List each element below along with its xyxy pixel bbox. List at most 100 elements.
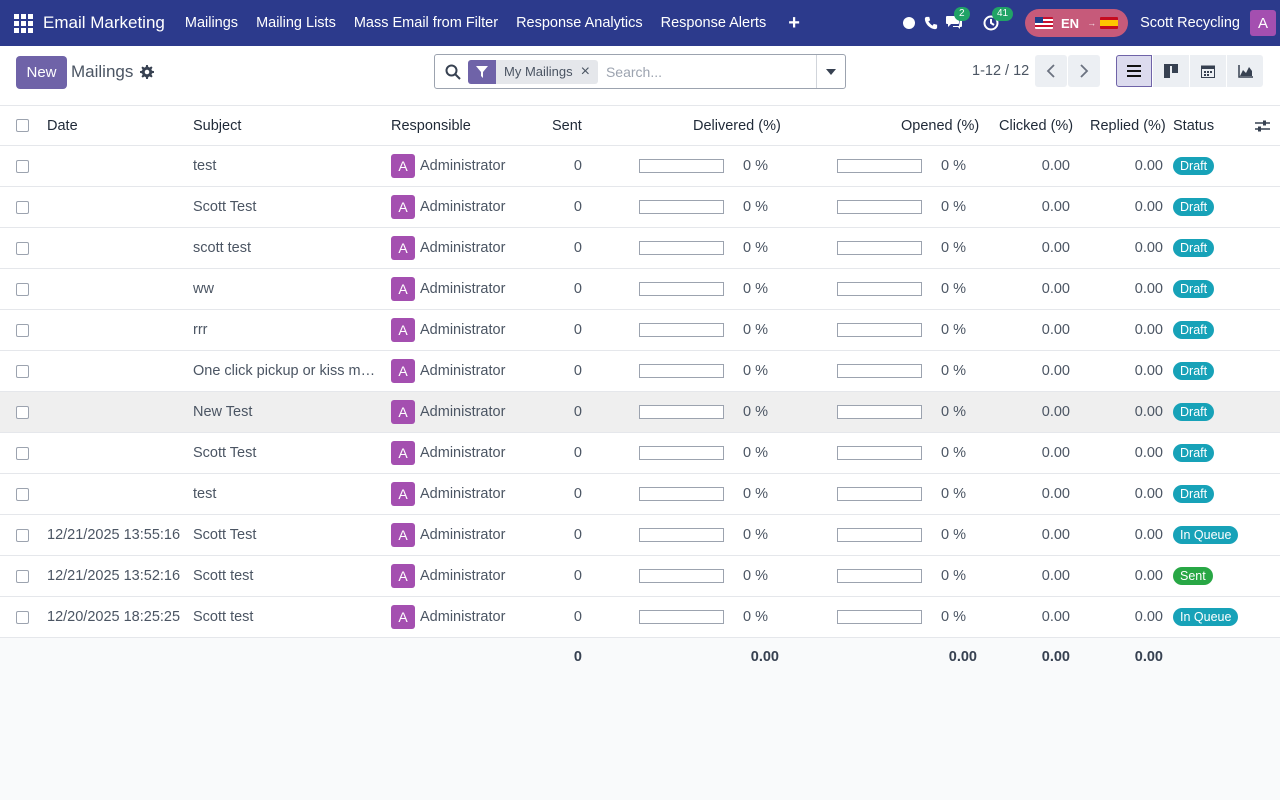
row-checkbox[interactable] xyxy=(16,405,29,419)
row-responsible[interactable]: Administrator xyxy=(420,486,505,502)
row-responsible[interactable]: Administrator xyxy=(420,568,505,584)
table-row[interactable]: Scott Test A Administrator 0 0 % 0 % 0.00 0.00 D… xyxy=(0,433,1280,474)
row-responsible[interactable]: Administrator xyxy=(420,322,505,338)
messages-icon[interactable]: 2 xyxy=(945,7,970,32)
row-responsible[interactable]: Administrator xyxy=(420,158,505,174)
table-row[interactable]: test A Administrator 0 0 % 0 % 0.00 0.00 Draft xyxy=(0,146,1280,187)
search-options-toggle[interactable] xyxy=(816,55,845,88)
row-opened: 0 % xyxy=(941,609,966,625)
company-switcher[interactable]: Scott Recycling xyxy=(1140,15,1240,31)
responsible-avatar[interactable]: A xyxy=(391,605,415,629)
table-row[interactable]: test A Administrator 0 0 % 0 % 0.00 0.00 Draft xyxy=(0,474,1280,515)
row-subject: Scott test xyxy=(193,567,254,584)
column-replied[interactable]: Replied (%) xyxy=(1090,106,1166,145)
table-row[interactable]: rrr A Administrator 0 0 % 0 % 0.00 0.00 Draft xyxy=(0,310,1280,351)
control-panel: New Mailings My Mailings × 1-12 / 12 xyxy=(0,46,1280,106)
remove-facet-icon[interactable]: × xyxy=(581,63,598,81)
user-avatar[interactable]: A xyxy=(1250,10,1276,36)
responsible-avatar[interactable]: A xyxy=(391,564,415,588)
row-checkbox[interactable] xyxy=(16,569,29,583)
table-row[interactable]: 12/21/2025 13:55:16 Scott Test A Administra… xyxy=(0,515,1280,556)
row-clicked: 0.00 xyxy=(1041,281,1070,297)
gear-icon[interactable] xyxy=(140,65,154,79)
responsible-avatar[interactable]: A xyxy=(391,195,415,219)
responsible-avatar[interactable]: A xyxy=(391,441,415,465)
row-responsible[interactable]: Administrator xyxy=(420,527,505,543)
row-checkbox[interactable] xyxy=(16,323,29,337)
column-opened[interactable]: Opened (%) xyxy=(901,106,979,145)
delivered-progress-bar xyxy=(639,528,724,542)
calendar-view-button[interactable] xyxy=(1190,55,1226,87)
responsible-avatar[interactable]: A xyxy=(391,277,415,301)
status-dot-icon[interactable] xyxy=(903,17,915,29)
language-switcher[interactable]: EN → xyxy=(1025,9,1129,37)
activities-icon[interactable]: 41 xyxy=(983,7,1014,32)
delivered-progress-bar xyxy=(639,323,724,337)
responsible-avatar[interactable]: A xyxy=(391,400,415,424)
graph-view-button[interactable] xyxy=(1227,55,1263,87)
menu-mass-email-from-filter[interactable]: Mass Email from Filter xyxy=(354,15,498,31)
row-checkbox[interactable] xyxy=(16,200,29,214)
phone-icon[interactable] xyxy=(924,16,938,30)
column-date[interactable]: Date xyxy=(47,106,78,145)
row-responsible[interactable]: Administrator xyxy=(420,363,505,379)
column-responsible[interactable]: Responsible xyxy=(391,106,471,145)
row-checkbox[interactable] xyxy=(16,610,29,624)
table-row[interactable]: One click pickup or kiss my ... A Administ… xyxy=(0,351,1280,392)
menu-mailings[interactable]: Mailings xyxy=(185,15,238,31)
responsible-avatar[interactable]: A xyxy=(391,318,415,342)
menu-response-analytics[interactable]: Response Analytics xyxy=(516,15,643,31)
menu-response-alerts[interactable]: Response Alerts xyxy=(661,15,767,31)
responsible-avatar[interactable]: A xyxy=(391,359,415,383)
pager-next-button[interactable] xyxy=(1068,55,1100,87)
row-responsible[interactable]: Administrator xyxy=(420,240,505,256)
menu-mailing-lists[interactable]: Mailing Lists xyxy=(256,15,336,31)
delivered-progress-bar xyxy=(639,446,724,460)
row-checkbox[interactable] xyxy=(16,282,29,296)
list-view-button[interactable] xyxy=(1116,55,1152,87)
app-brand[interactable]: Email Marketing xyxy=(43,13,165,33)
table-row[interactable]: 12/21/2025 13:52:16 Scott test A Administra… xyxy=(0,556,1280,597)
row-checkbox[interactable] xyxy=(16,528,29,542)
row-responsible[interactable]: Administrator xyxy=(420,609,505,625)
row-delivered: 0 % xyxy=(743,240,768,256)
search-icon[interactable] xyxy=(445,64,461,80)
table-row[interactable]: ww A Administrator 0 0 % 0 % 0.00 0.00 Draft xyxy=(0,269,1280,310)
apps-menu-icon[interactable] xyxy=(0,0,46,46)
row-checkbox[interactable] xyxy=(16,159,29,173)
column-sent[interactable]: Sent xyxy=(552,106,582,145)
column-clicked[interactable]: Clicked (%) xyxy=(999,106,1073,145)
row-checkbox[interactable] xyxy=(16,446,29,460)
row-subject: scott test xyxy=(193,239,252,256)
add-menu-icon[interactable]: + xyxy=(788,13,800,33)
search-input[interactable] xyxy=(605,63,806,80)
responsible-avatar[interactable]: A xyxy=(391,523,415,547)
pager-previous-button[interactable] xyxy=(1035,55,1067,87)
table-row[interactable]: scott test A Administrator 0 0 % 0 % 0.00 0.00 D… xyxy=(0,228,1280,269)
column-subject[interactable]: Subject xyxy=(193,106,241,145)
responsible-avatar[interactable]: A xyxy=(391,154,415,178)
row-sent: 0 xyxy=(573,363,582,379)
row-responsible[interactable]: Administrator xyxy=(420,281,505,297)
row-clicked: 0.00 xyxy=(1041,322,1070,338)
row-responsible[interactable]: Administrator xyxy=(420,199,505,215)
pager-value[interactable]: 1-12 / 12 xyxy=(972,63,1029,79)
responsible-avatar[interactable]: A xyxy=(391,236,415,260)
kanban-view-button[interactable] xyxy=(1153,55,1189,87)
table-row[interactable]: Scott Test A Administrator 0 0 % 0 % 0.00 0.00 D… xyxy=(0,187,1280,228)
responsible-avatar[interactable]: A xyxy=(391,482,415,506)
row-responsible[interactable]: Administrator xyxy=(420,404,505,420)
new-button[interactable]: New xyxy=(16,56,67,89)
column-status[interactable]: Status xyxy=(1173,106,1214,145)
row-checkbox[interactable] xyxy=(16,364,29,378)
row-checkbox[interactable] xyxy=(16,487,29,501)
row-checkbox[interactable] xyxy=(16,241,29,255)
table-row[interactable]: 12/20/2025 18:25:25 Scott test A Administra… xyxy=(0,597,1280,638)
row-date: 12/21/2025 13:52:16 xyxy=(47,568,181,584)
column-delivered[interactable]: Delivered (%) xyxy=(693,106,781,145)
select-all-checkbox[interactable] xyxy=(16,119,29,132)
table-row[interactable]: New Test A Administrator 0 0 % 0 % 0.00 0.00 Dra… xyxy=(0,392,1280,433)
row-subject: rrr xyxy=(193,321,208,338)
row-responsible[interactable]: Administrator xyxy=(420,445,505,461)
optional-columns-toggle[interactable] xyxy=(1255,106,1270,145)
